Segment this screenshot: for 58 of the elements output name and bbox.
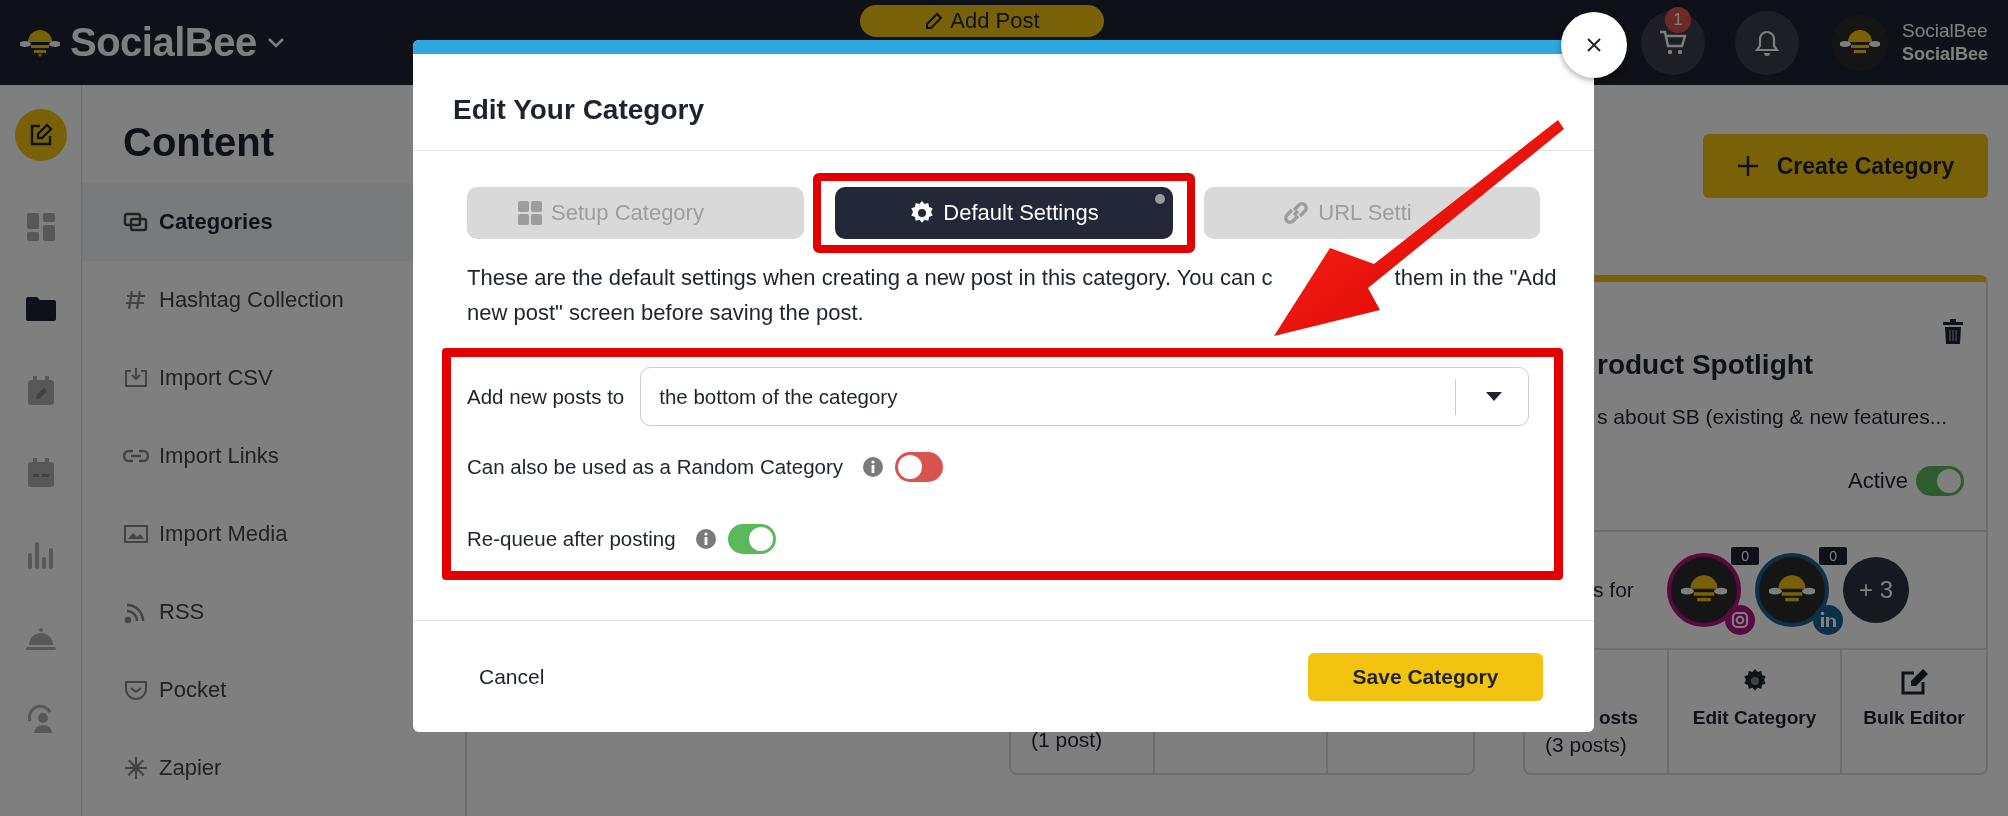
position-dropdown[interactable]: the bottom of the category bbox=[640, 367, 1529, 426]
dot-indicator bbox=[1155, 194, 1165, 204]
caret-icon bbox=[1486, 391, 1502, 402]
linkedin-icon bbox=[1813, 605, 1843, 635]
bee-logo-icon bbox=[20, 27, 60, 58]
plus-icon bbox=[1736, 155, 1759, 177]
cart-icon bbox=[1657, 28, 1688, 57]
post-count-badge: 0 bbox=[1731, 547, 1759, 565]
grid-icon bbox=[517, 200, 544, 226]
instagram-icon bbox=[1725, 605, 1755, 635]
action-label[interactable]: osts bbox=[1599, 704, 1667, 732]
more-profiles-badge[interactable]: + 3 bbox=[1843, 557, 1909, 623]
profiles-label: s for bbox=[1593, 578, 1635, 602]
info-icon[interactable] bbox=[863, 457, 884, 477]
brand-name: SocialBee bbox=[70, 20, 257, 65]
setting-toggle[interactable] bbox=[895, 452, 944, 482]
create-category-button[interactable]: Create Category bbox=[1703, 134, 1988, 198]
section-title: Content bbox=[123, 119, 276, 166]
field-label: Add new posts to bbox=[467, 384, 625, 409]
dialog-title: Edit Your Category bbox=[453, 94, 704, 126]
profile-avatar[interactable] bbox=[1755, 553, 1829, 627]
sidebar-item[interactable]: RSS bbox=[82, 573, 465, 651]
status-label: Active bbox=[1848, 468, 1908, 494]
account-name: SocialBee bbox=[1901, 20, 1988, 42]
account-workspace: SocialBee bbox=[1901, 44, 1988, 65]
setting-label: Re-queue after posting bbox=[467, 527, 676, 551]
setting-toggle[interactable] bbox=[727, 524, 776, 554]
pencil-icon bbox=[924, 10, 945, 31]
sidebar-item[interactable]: Hashtag Collection bbox=[82, 261, 465, 339]
sidebar-item[interactable]: Import CSV bbox=[82, 339, 465, 417]
compose-button[interactable] bbox=[14, 109, 67, 161]
sidebar-item[interactable]: Zapier bbox=[82, 729, 465, 807]
tab[interactable]: Default Settings bbox=[835, 187, 1173, 239]
link-icon bbox=[1282, 199, 1311, 227]
cart-count-badge: 1 bbox=[1664, 6, 1691, 33]
post-count: (3 posts) bbox=[1545, 732, 1628, 758]
sidebar-item[interactable]: Import Media bbox=[82, 495, 465, 573]
bell-icon bbox=[1754, 28, 1779, 57]
add-post-button[interactable]: Add Post bbox=[860, 4, 1104, 37]
action-label[interactable]: Bulk Editor bbox=[1863, 704, 1965, 732]
post-count-badge: 0 bbox=[1819, 547, 1847, 565]
category-title: roduct Spotlight bbox=[1597, 348, 1815, 382]
action-label[interactable]: Edit Category bbox=[1692, 704, 1817, 732]
post-count: (1 post) bbox=[1031, 727, 1104, 753]
chevron-down-icon[interactable] bbox=[266, 36, 285, 49]
sidebar-item[interactable]: Import Links bbox=[82, 417, 465, 495]
active-toggle[interactable] bbox=[1916, 466, 1964, 496]
edit-icon bbox=[1900, 668, 1928, 696]
description-text: These are the default settings when creating a new post in this category. You can c bbox=[467, 264, 1273, 292]
trash-icon[interactable] bbox=[1942, 319, 1964, 345]
description-text: them in the "Add bbox=[1394, 264, 1557, 292]
info-icon[interactable] bbox=[695, 529, 716, 549]
setting-label: Can also be used as a Random Category bbox=[467, 455, 844, 479]
category-description: s about SB (existing & new features... bbox=[1597, 404, 1949, 430]
save-category-button[interactable]: Save Category bbox=[1308, 652, 1543, 701]
asterisk-icon bbox=[123, 755, 149, 781]
description-text: new post" screen before saving the post. bbox=[467, 299, 864, 327]
close-icon bbox=[1586, 37, 1602, 53]
